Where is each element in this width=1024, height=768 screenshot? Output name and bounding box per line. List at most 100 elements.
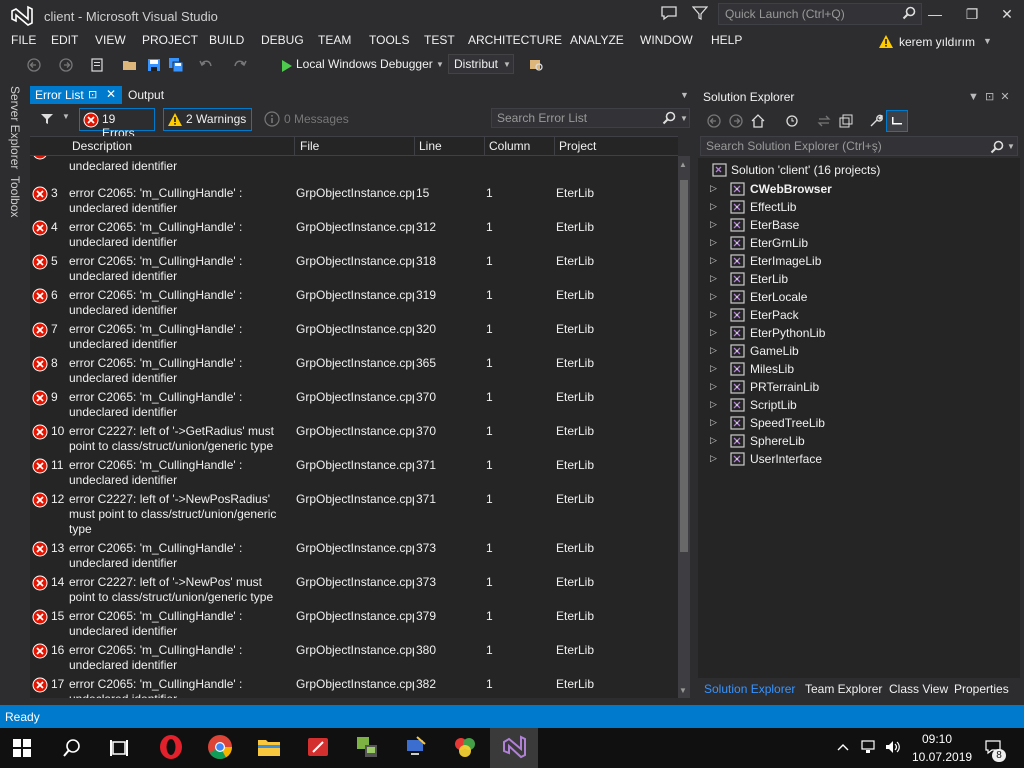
expand-arrow-icon[interactable]: ▷ — [710, 309, 717, 320]
warnings-filter-toggle[interactable]: 2 Warnings — [163, 108, 252, 131]
expand-arrow-icon[interactable]: ▷ — [710, 219, 717, 230]
column-separator[interactable] — [554, 137, 555, 155]
project-node[interactable]: ▷ GameLib — [708, 343, 1008, 361]
toolbox-tab[interactable]: Toolbox — [8, 176, 22, 217]
file-explorer-icon[interactable] — [256, 734, 282, 760]
pending-changes-icon[interactable] — [784, 113, 800, 129]
app-computer-icon[interactable] — [403, 734, 429, 760]
menu-window[interactable]: WINDOW — [640, 33, 693, 47]
solution-explorer-search-input[interactable]: Search Solution Explorer (Ctrl+ş) — [700, 136, 1018, 156]
table-row[interactable]: 14 error C2227: left of '->NewPos' must p… — [30, 570, 678, 604]
scroll-down-arrow-icon[interactable]: ▼ — [679, 686, 687, 695]
table-row[interactable]: 6 error C2065: 'm_CullingHandle' : undecl… — [30, 283, 678, 317]
expand-arrow-icon[interactable]: ▷ — [710, 273, 717, 284]
project-node[interactable]: ▷ PRTerrainLib — [708, 379, 1008, 397]
table-row[interactable]: 13 error C2065: 'm_CullingHandle' : undec… — [30, 536, 678, 570]
column-description[interactable]: Description — [72, 139, 132, 153]
menu-test[interactable]: TEST — [424, 33, 455, 47]
project-node[interactable]: ▷ SpeedTreeLib — [708, 415, 1008, 433]
pin-icon[interactable]: ⊡ — [88, 88, 97, 101]
table-row[interactable]: 4 error C2065: 'm_CullingHandle' : undecl… — [30, 215, 678, 249]
server-explorer-tab[interactable]: Server Explorer — [8, 86, 22, 169]
expand-arrow-icon[interactable]: ▷ — [710, 183, 717, 194]
clock-time[interactable]: 09:10 — [922, 732, 952, 746]
column-line[interactable]: Line — [419, 139, 442, 153]
expand-arrow-icon[interactable]: ▷ — [710, 201, 717, 212]
chevron-up-icon[interactable] — [836, 741, 850, 753]
preview-selected-button[interactable] — [886, 110, 908, 132]
project-node[interactable]: ▷ EterLocale — [708, 289, 1008, 307]
close-icon[interactable]: ✕ — [1000, 91, 1009, 103]
column-separator[interactable] — [414, 137, 415, 155]
filter-button[interactable]: ▼ — [36, 110, 76, 128]
sync-icon[interactable] — [816, 113, 832, 129]
scrollbar-thumb[interactable] — [680, 180, 688, 552]
expand-arrow-icon[interactable]: ▷ — [710, 381, 717, 392]
opera-browser-icon[interactable] — [158, 734, 184, 760]
chrome-browser-icon[interactable] — [207, 734, 233, 760]
menu-project[interactable]: PROJECT — [142, 33, 198, 47]
project-node[interactable]: ▷ UserInterface — [708, 451, 1008, 469]
menu-view[interactable]: VIEW — [95, 33, 126, 47]
user-name[interactable]: kerem yıldırım — [899, 35, 975, 49]
collapse-all-icon[interactable] — [838, 113, 854, 129]
menu-debug[interactable]: DEBUG — [261, 33, 304, 47]
project-node[interactable]: ▷ EterBase — [708, 217, 1008, 235]
expand-arrow-icon[interactable]: ▷ — [710, 435, 717, 446]
column-separator[interactable] — [484, 137, 485, 155]
table-row[interactable]: 9 error C2065: 'm_CullingHandle' : undecl… — [30, 385, 678, 419]
table-row[interactable]: 8 error C2065: 'm_CullingHandle' : undecl… — [30, 351, 678, 385]
expand-arrow-icon[interactable]: ▷ — [710, 291, 717, 302]
save-all-icon[interactable] — [168, 57, 184, 73]
windows-start-icon[interactable] — [12, 738, 32, 758]
column-separator[interactable] — [294, 137, 295, 155]
expand-arrow-icon[interactable]: ▷ — [710, 345, 717, 356]
back-icon[interactable] — [26, 57, 42, 73]
properties-wrench-icon[interactable] — [868, 113, 884, 129]
table-row[interactable]: 5 error C2065: 'm_CullingHandle' : undecl… — [30, 249, 678, 283]
notification-filter-icon[interactable] — [692, 5, 708, 21]
forward-icon[interactable] — [58, 57, 74, 73]
project-node[interactable]: ▷ EterPack — [708, 307, 1008, 325]
volume-icon[interactable] — [884, 739, 902, 755]
back-icon[interactable] — [706, 113, 722, 129]
project-node[interactable]: ▷ MilesLib — [708, 361, 1008, 379]
tab-team-explorer[interactable]: Team Explorer — [805, 682, 882, 696]
menu-edit[interactable]: EDIT — [51, 33, 78, 47]
project-node[interactable]: ▷ EffectLib — [708, 199, 1008, 217]
column-column[interactable]: Column — [489, 139, 530, 153]
search-icon[interactable] — [62, 738, 82, 758]
search-icon[interactable] — [662, 111, 676, 125]
feedback-icon[interactable] — [660, 4, 678, 22]
project-node[interactable]: ▷ SphereLib — [708, 433, 1008, 451]
panel-menu-icon[interactable]: ▼ — [968, 91, 979, 103]
table-row[interactable]: 10 error C2227: left of '->GetRadius' mus… — [30, 419, 678, 453]
expand-arrow-icon[interactable]: ▷ — [710, 363, 717, 374]
tab-class-view[interactable]: Class View — [889, 682, 948, 696]
project-node[interactable]: ▷ EterPythonLib — [708, 325, 1008, 343]
project-node[interactable]: ▷ ScriptLib — [708, 397, 1008, 415]
messages-filter-toggle[interactable]: 0 Messages — [262, 108, 349, 131]
tab-solution-explorer[interactable]: Solution Explorer — [704, 682, 795, 696]
table-row[interactable]: 11 error C2065: 'm_CullingHandle' : undec… — [30, 453, 678, 487]
pin-icon[interactable]: ⊡ — [985, 91, 994, 103]
project-node[interactable]: ▷ EterLib — [708, 271, 1008, 289]
table-row[interactable]: 17 error C2065: 'm_CullingHandle' : undec… — [30, 672, 678, 698]
find-in-files-icon[interactable] — [528, 57, 544, 73]
menu-architecture[interactable]: ARCHITECTURE — [468, 33, 562, 47]
expand-arrow-icon[interactable]: ▷ — [710, 417, 717, 428]
redo-icon[interactable] — [232, 57, 248, 73]
start-debugging-icon[interactable] — [279, 58, 295, 74]
column-file[interactable]: File — [300, 139, 319, 153]
home-icon[interactable] — [750, 113, 766, 129]
visual-studio-taskbar-icon[interactable] — [501, 734, 527, 760]
tab-output[interactable]: Output — [128, 88, 164, 102]
table-row[interactable]: 16 error C2065: 'm_CullingHandle' : undec… — [30, 638, 678, 672]
expand-arrow-icon[interactable]: ▷ — [710, 327, 717, 338]
tab-properties[interactable]: Properties — [954, 682, 1009, 696]
close-icon[interactable]: ✕ — [106, 87, 116, 101]
debug-target-button[interactable]: Local Windows Debugger — [296, 57, 433, 71]
tab-error-list[interactable]: Error List ⊡ ✕ — [30, 86, 122, 104]
close-button[interactable]: ✕ — [990, 0, 1024, 28]
project-node[interactable]: ▷ EterImageLib — [708, 253, 1008, 271]
